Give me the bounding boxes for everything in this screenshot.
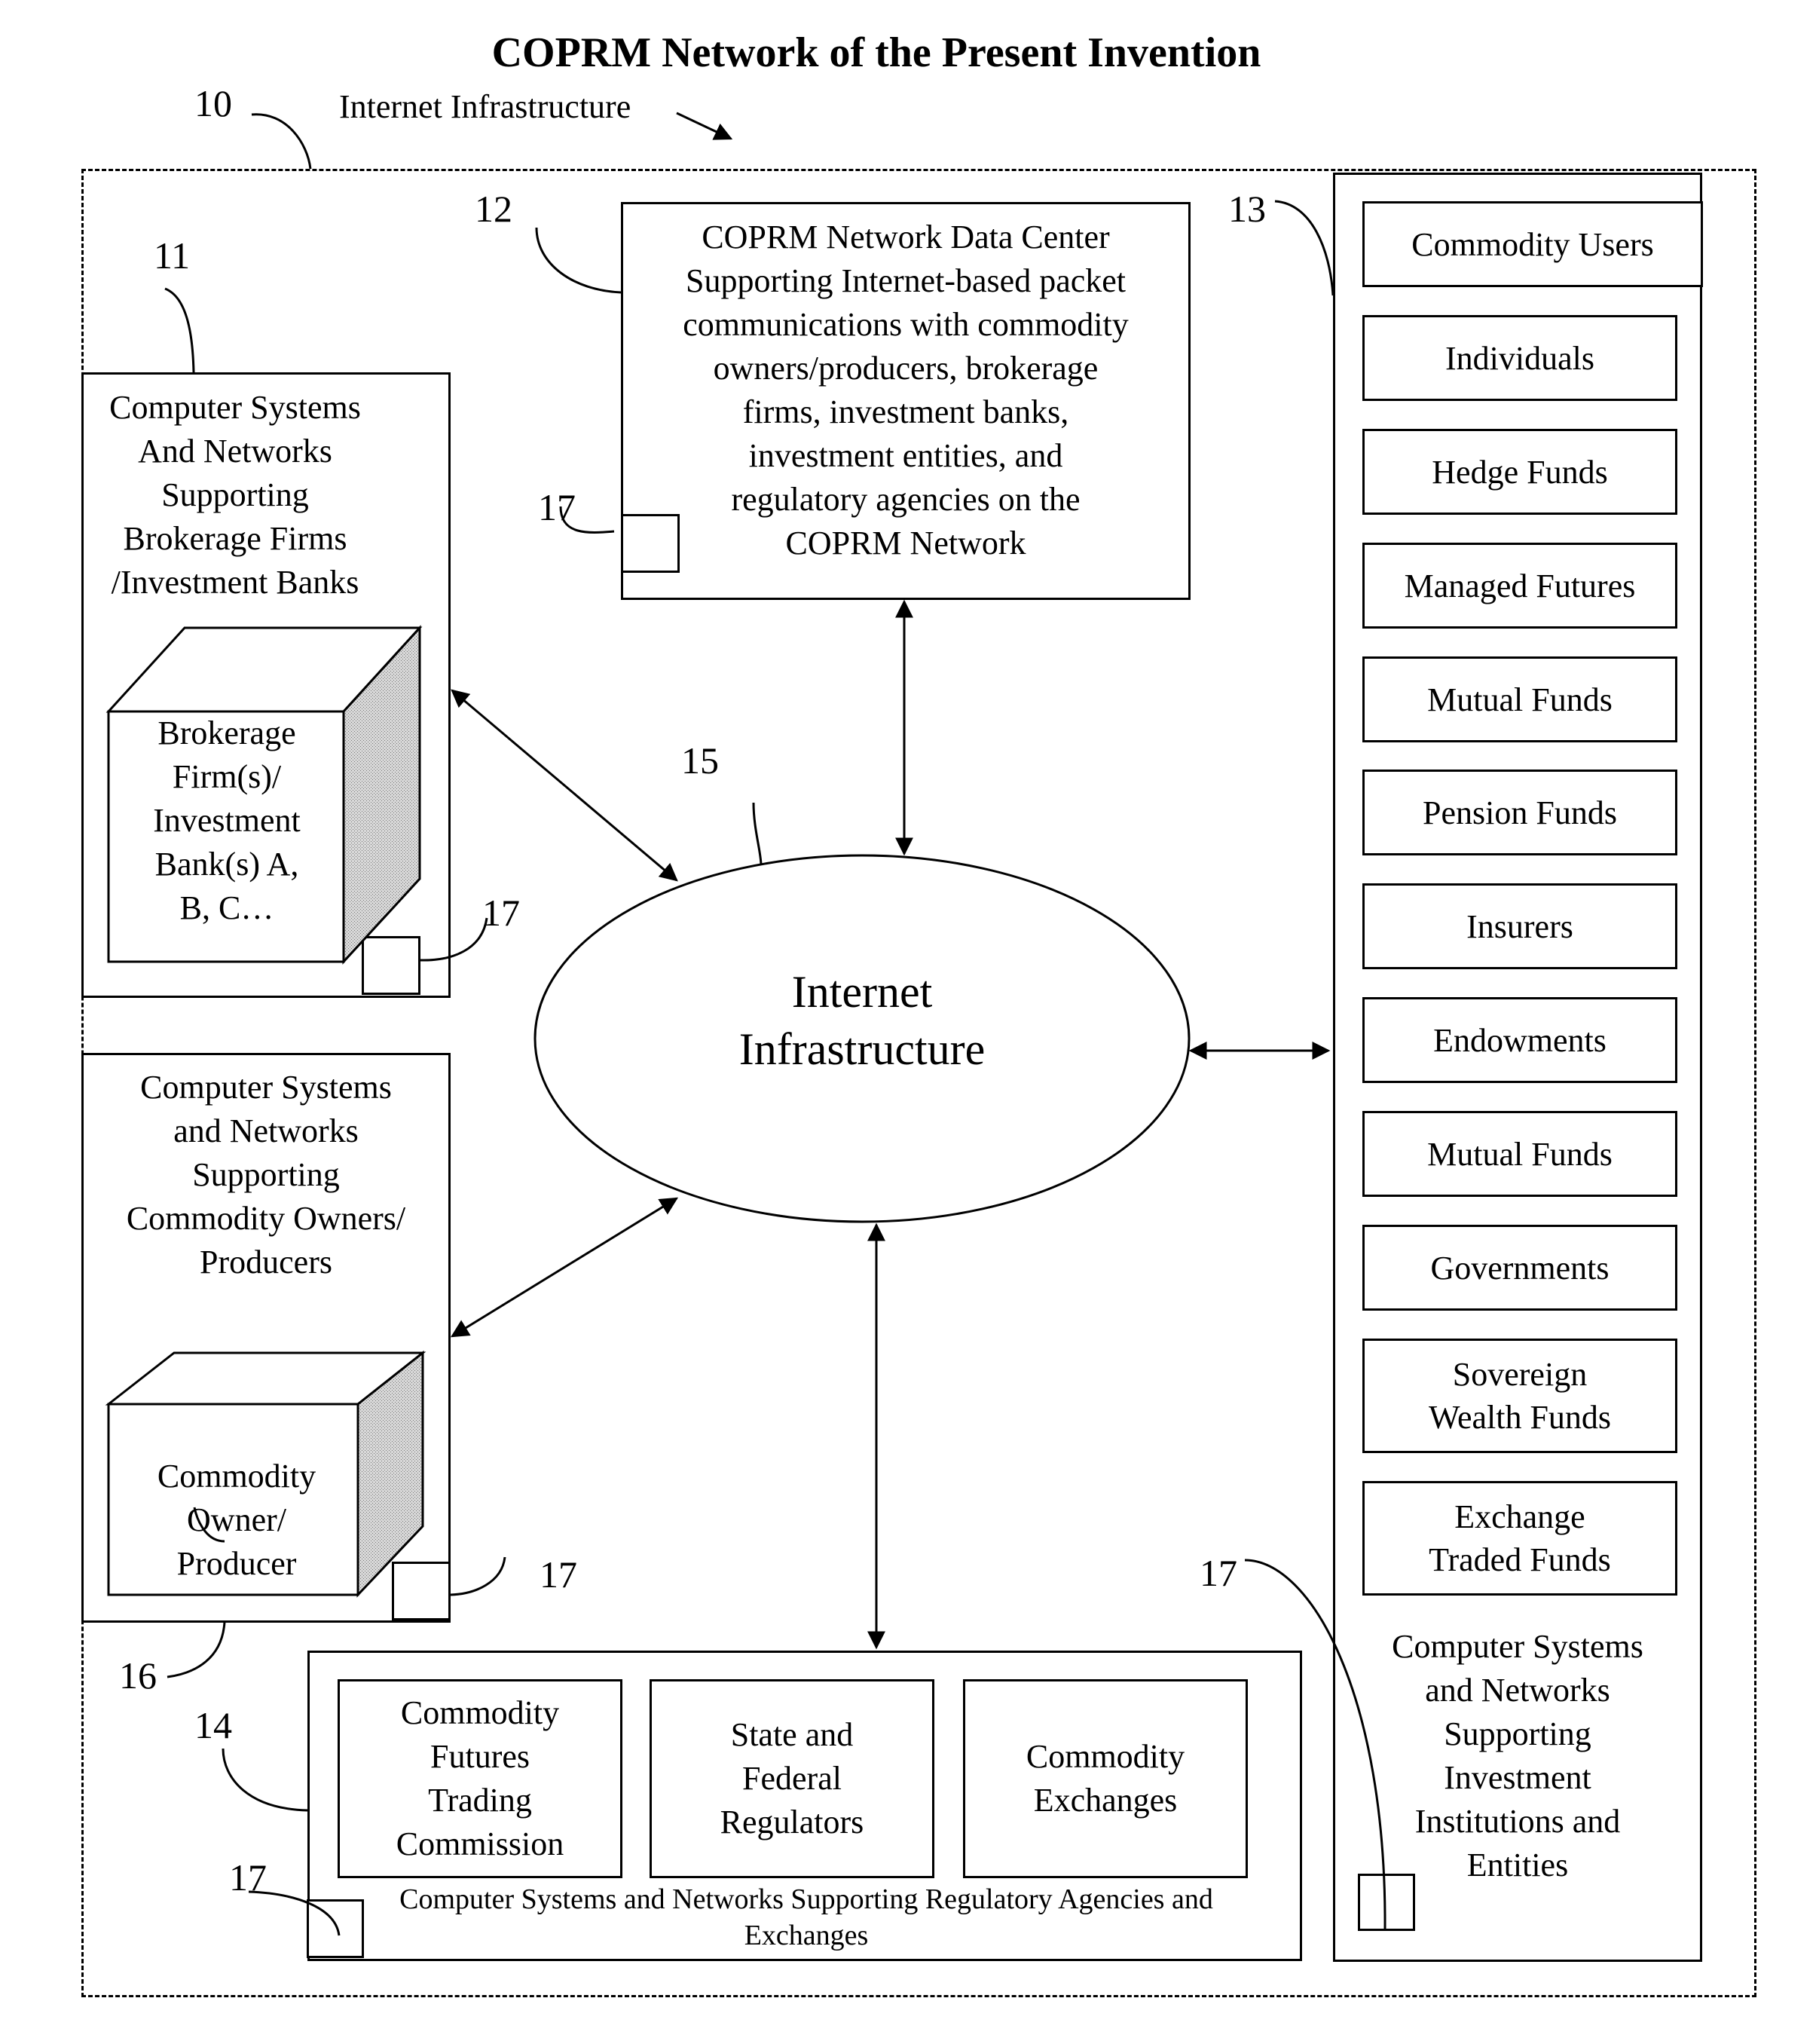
module-box-investment[interactable] bbox=[1358, 1874, 1415, 1931]
ref-label-module-data-center: 17 bbox=[538, 486, 576, 528]
ref-label-data-center: 12 bbox=[475, 188, 512, 230]
ref-label-module-regulatory: 17 bbox=[229, 1856, 267, 1899]
investor-item[interactable]: Hedge Funds bbox=[1362, 429, 1677, 515]
investor-item[interactable]: Pension Funds bbox=[1362, 770, 1677, 855]
module-box-data-center[interactable] bbox=[621, 514, 680, 573]
brokerage-cube-label: Brokerage Firm(s)/ Investment Bank(s) A,… bbox=[153, 714, 301, 926]
regulator-item[interactable]: Commodity Exchanges bbox=[963, 1679, 1248, 1878]
ref-label-investment: 13 bbox=[1228, 188, 1266, 230]
regulator-item[interactable]: State and Federal Regulators bbox=[650, 1679, 934, 1878]
module-box-owner[interactable] bbox=[392, 1562, 451, 1620]
investor-item[interactable]: Exchange Traded Funds bbox=[1362, 1481, 1677, 1596]
internet-infrastructure-label: Internet Infrastructure bbox=[339, 88, 631, 125]
investor-item[interactable]: Endowments bbox=[1362, 997, 1677, 1083]
module-box-brokerage[interactable] bbox=[362, 936, 420, 995]
ref-label-module-investment: 17 bbox=[1200, 1552, 1237, 1594]
investor-item[interactable]: Mutual Funds bbox=[1362, 656, 1677, 742]
owner-systems-text: Computer Systems and Networks Supporting… bbox=[126, 1069, 406, 1281]
investor-item[interactable]: Individuals bbox=[1362, 315, 1677, 401]
ref-label-module-owner: 17 bbox=[540, 1553, 577, 1596]
ref-label-network: 10 bbox=[194, 82, 232, 124]
investment-systems-caption: Computer Systems and Networks Supporting… bbox=[1392, 1628, 1643, 1883]
module-box-regulatory[interactable] bbox=[307, 1899, 364, 1958]
ref-label-brokerage: 11 bbox=[154, 234, 191, 277]
ref-label-module-brokerage: 17 bbox=[482, 892, 520, 934]
regulator-item[interactable]: Commodity Futures Trading Commission bbox=[338, 1679, 622, 1878]
brokerage-systems-text: Computer Systems And Networks Supporting… bbox=[109, 389, 361, 601]
investor-item[interactable]: Sovereign Wealth Funds bbox=[1362, 1339, 1677, 1453]
owner-cube-label: Commodity Owner/ Producer bbox=[157, 1458, 316, 1582]
investor-item[interactable]: Governments bbox=[1362, 1225, 1677, 1311]
investor-item[interactable]: Mutual Funds bbox=[1362, 1111, 1677, 1197]
internet-label-arrow bbox=[676, 112, 733, 140]
data-center-text: COPRM Network Data Center Supporting Int… bbox=[683, 219, 1129, 561]
regulatory-systems-caption: Computer Systems and Networks Supporting… bbox=[399, 1883, 1213, 1951]
diagram-title: COPRM Network of the Present Invention bbox=[491, 29, 1261, 76]
ref-label-regulatory: 14 bbox=[194, 1704, 232, 1746]
internet-cloud-label: Internet Infrastructure bbox=[738, 967, 986, 1074]
investor-item[interactable]: Insurers bbox=[1362, 883, 1677, 969]
ref-label-internet: 15 bbox=[681, 739, 719, 782]
ref-label-owner: 16 bbox=[119, 1654, 157, 1697]
investor-item[interactable]: Managed Futures bbox=[1362, 543, 1677, 629]
investor-item[interactable]: Commodity Users bbox=[1362, 201, 1703, 287]
